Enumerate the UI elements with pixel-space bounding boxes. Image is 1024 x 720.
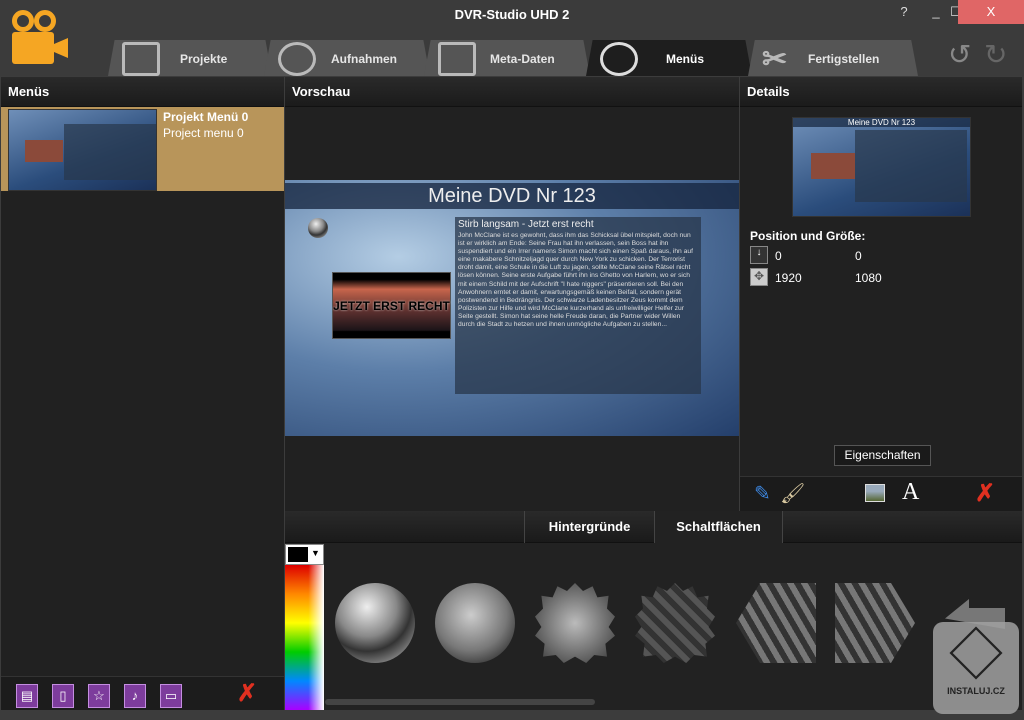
tab-menus[interactable]: Menüs [586,40,752,76]
add-button-star-button[interactable]: ☆ [88,684,110,708]
tab-aufnahmen[interactable]: Aufnahmen [264,40,430,76]
color-picker-dropdown[interactable]: ▼ [285,544,324,565]
properties-button[interactable]: Eigenschaften [834,445,931,466]
tab-schaltflaechen[interactable]: Schaltflächen [654,511,783,543]
film-thumbnail[interactable]: JETZT ERST RECHT [332,272,451,339]
movie-description: John McClane ist es gewohnt, dass ihm da… [458,232,693,329]
menu-title[interactable]: Meine DVD Nr 123 [285,183,739,209]
button-style-arrow-left[interactable] [736,583,816,663]
details-toolbar: ✎ 🖌 A ✗ [740,476,1022,511]
window-title: DVR-Studio UHD 2 [454,7,570,22]
size-height[interactable]: 1080 [855,271,882,285]
preview-panel: Vorschau Meine DVD Nr 123 JETZT ERST REC… [285,77,739,511]
add-frame-button[interactable]: ▭ [160,684,182,708]
tab-fertigstellen[interactable]: ✂ Fertigstellen [748,40,918,76]
movie-title: Stirb langsam - Jetzt erst recht [458,219,594,230]
menu-item-title: Projekt Menü 0 [163,110,249,124]
delete-menu-button[interactable]: ✗ [237,679,257,708]
document-icon [438,42,476,76]
position-size-label: Position und Größe: [750,229,866,243]
color-swatch [288,547,308,562]
scissors-icon: ✂ [762,43,788,76]
add-video-button[interactable]: ▯ [52,684,74,708]
pencil-icon[interactable]: ✎ [754,481,771,506]
film-reel-icon [278,42,316,76]
button-style-glossy-orb[interactable] [335,583,415,663]
disc-icon [600,42,638,76]
text-tool-button[interactable]: A [902,479,919,506]
button-style-starburst[interactable] [535,583,615,663]
brush-icon[interactable]: 🖌 [780,481,805,506]
menus-header: Menüs [1,77,284,107]
redo-button[interactable]: ↻ [984,38,1007,71]
menu-item-subtitle: Project menu 0 [163,126,244,140]
menu-preview[interactable]: Meine DVD Nr 123 JETZT ERST RECHT Stirb … [285,180,739,436]
size-width[interactable]: 1920 [775,271,802,285]
menu-thumbnail [8,109,157,191]
position-x[interactable]: 0 [775,249,782,263]
menu-list-item[interactable]: Projekt Menü 0 Project menu 0 [1,107,284,191]
orb-button[interactable] [308,218,328,238]
left-toolbar: ▤ ▯ ☆ ♪ ▭ ✗ [1,676,284,710]
tab-meta-daten[interactable]: Meta-Daten [424,40,590,76]
tab-projekte[interactable]: Projekte [108,40,272,76]
preview-header: Vorschau [285,77,739,107]
library-panel: Hintergründe Schaltflächen ▼ [285,511,1022,710]
size-icon: ✥ [750,268,768,286]
description-box[interactable]: Stirb langsam - Jetzt erst recht John Mc… [455,217,701,394]
library-tabs: Hintergründe Schaltflächen [285,511,1022,543]
add-music-button[interactable]: ♪ [124,684,146,708]
help-button[interactable]: ? [888,0,920,24]
button-style-arrow-right[interactable] [835,583,915,663]
details-panel: Details Meine DVD Nr 123 Position und Gr… [740,77,1022,511]
undo-button[interactable]: ↺ [948,38,971,71]
details-header: Details [740,77,1022,107]
menus-panel: Menüs Projekt Menü 0 Project menu 0 ▤ ▯ … [1,77,284,710]
delete-element-button[interactable]: ✗ [975,479,995,508]
button-style-matte-orb[interactable] [435,583,515,663]
tab-hintergruende[interactable]: Hintergründe [524,511,654,543]
image-icon[interactable] [865,484,885,502]
watermark-logo: INSTALUJ.CZ [933,622,1019,714]
position-icon: ↓ [750,246,768,264]
horizontal-scrollbar[interactable] [325,699,595,705]
button-style-striped-starburst[interactable] [635,583,715,663]
details-thumbnail: Meine DVD Nr 123 [792,117,971,217]
chevron-down-icon: ▼ [311,548,320,558]
color-spectrum[interactable] [285,565,324,710]
clapperboard-icon [122,42,160,76]
close-button[interactable]: X [958,0,1024,24]
add-background-button[interactable]: ▤ [16,684,38,708]
position-y[interactable]: 0 [855,249,862,263]
